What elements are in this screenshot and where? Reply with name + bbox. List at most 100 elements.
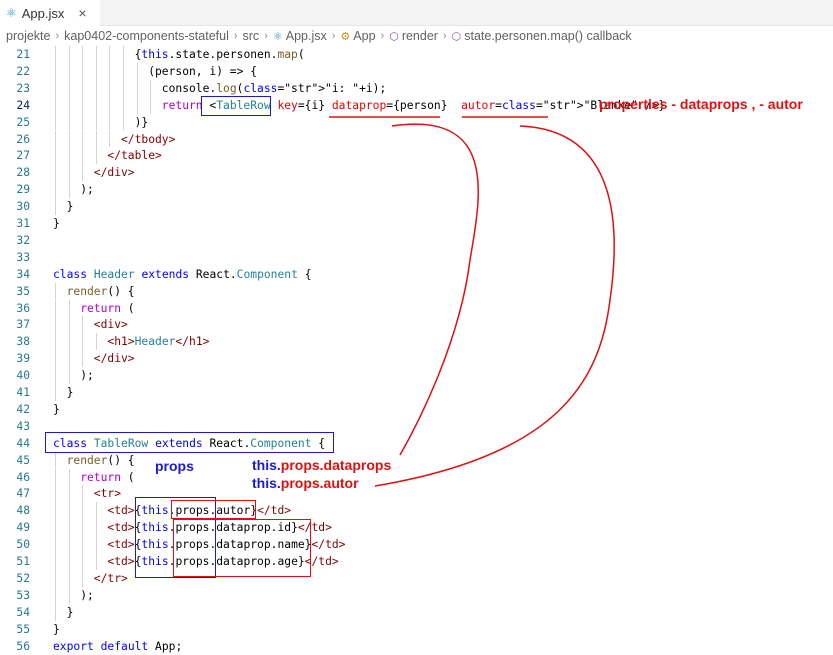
code-line-27[interactable]: 27 </table> — [0, 147, 833, 165]
indent-guide — [82, 147, 84, 165]
code-text: <h1>Header</h1> — [107, 335, 210, 349]
indent-guide — [82, 316, 84, 334]
highlight-box-autor — [171, 500, 256, 519]
indent-guide — [123, 62, 124, 80]
code-text: ); — [80, 369, 94, 383]
code-line-56[interactable]: 56 export default App; — [0, 638, 833, 655]
code-line-30[interactable]: 30} — [0, 198, 833, 215]
code-line-49[interactable]: 49 <td>{this.props.dataprop.id}</td> — [0, 519, 833, 537]
indent-guide — [55, 130, 56, 148]
code-text: </tr> — [93, 571, 128, 585]
indent-guide — [82, 553, 84, 570]
code-text: render() { — [66, 453, 135, 467]
code-line-37[interactable]: 37 <div> — [0, 316, 833, 334]
indent-guide — [136, 62, 138, 80]
indent-guide — [150, 79, 152, 97]
code-line-38[interactable]: 38 <h1>Header</h1> — [0, 333, 833, 351]
indent-guide — [55, 46, 56, 63]
breadcrumb-item-projekte[interactable]: projekte — [6, 29, 50, 43]
annotation-this-prefix: this. — [252, 457, 281, 473]
line-number: 47 — [16, 487, 30, 501]
chevron-right-icon: › — [442, 30, 447, 42]
indent-guide — [68, 62, 70, 80]
indent-guide — [109, 130, 111, 148]
breadcrumb: projekte › kap0402-components-stateful ›… — [0, 27, 833, 45]
code-line-54[interactable]: 54} — [0, 603, 833, 621]
indent-guide — [82, 333, 84, 351]
indent-guide — [55, 113, 56, 131]
indent-guide — [55, 519, 56, 537]
code-line-31[interactable]: 31} — [0, 215, 833, 232]
indent-guide — [55, 147, 56, 165]
line-number: 30 — [16, 200, 30, 214]
code-line-32[interactable]: 32 — [0, 232, 833, 249]
indent-guide — [55, 62, 56, 80]
code-line-48[interactable]: 48 <td>{this.props.autor}</td> — [0, 502, 833, 520]
indent-guide — [82, 502, 84, 520]
code-text: ); — [80, 588, 94, 602]
indent-guide — [82, 113, 84, 131]
code-line-40[interactable]: 40); — [0, 367, 833, 384]
line-number: 50 — [16, 538, 30, 552]
line-number: 41 — [16, 386, 30, 399]
code-text: } — [53, 402, 60, 416]
line-number: 25 — [16, 115, 30, 129]
code-line-21[interactable]: 21 {this.state.personen.map( — [0, 46, 833, 63]
code-line-51[interactable]: 51 <td>{this.props.dataprop.age}</td> — [0, 553, 833, 570]
code-line-47[interactable]: 47 <tr> — [0, 485, 833, 503]
line-number: 52 — [16, 571, 30, 585]
code-line-28[interactable]: 28 </div> — [0, 164, 833, 182]
code-line-34[interactable]: 34 class Header extends React.Component { — [0, 266, 833, 283]
line-number: 36 — [16, 301, 30, 315]
code-line-35[interactable]: 35 render() { — [0, 282, 833, 300]
indent-guide — [109, 96, 111, 114]
method-icon: ⬡ — [451, 30, 462, 43]
chevron-right-icon: › — [331, 30, 336, 42]
line-number: 54 — [16, 605, 30, 619]
line-number: 51 — [16, 555, 30, 568]
line-number: 28 — [16, 166, 30, 180]
code-line-33[interactable]: 33 — [0, 249, 833, 266]
breadcrumb-item-project[interactable]: kap0402-components-stateful — [64, 29, 229, 43]
indent-guide — [95, 502, 97, 520]
code-line-41[interactable]: 41} — [0, 384, 833, 401]
code-line-50[interactable]: 50 <td>{this.props.dataprop.name}</td> — [0, 536, 833, 553]
close-icon[interactable]: × — [78, 5, 86, 21]
line-number: 24 — [16, 98, 30, 112]
line-number: 34 — [16, 267, 30, 281]
code-line-55[interactable]: 55} — [0, 621, 833, 638]
indent-guide — [68, 46, 70, 63]
line-number: 37 — [16, 318, 30, 332]
code-line-46[interactable]: 46 return ( — [0, 468, 833, 486]
breadcrumb-item-callback[interactable]: ⬡ state.personen.map() callback — [452, 29, 632, 43]
code-line-26[interactable]: 26 </tbody> — [0, 130, 833, 148]
indent-guide — [82, 96, 84, 114]
code-line-53[interactable]: 53); — [0, 586, 833, 604]
code-line-45[interactable]: 45 render() { — [0, 451, 833, 469]
indent-guide — [95, 130, 97, 148]
code-line-42[interactable]: 42} — [0, 401, 833, 418]
indent-guide — [68, 130, 70, 148]
code-line-52[interactable]: 52 </tr> — [0, 569, 833, 587]
code-line-22[interactable]: 22 (person, i) => { — [0, 62, 833, 80]
indent-guide — [95, 79, 97, 97]
code-line-29[interactable]: 29); — [0, 181, 833, 199]
code-line-39[interactable]: 39 </div> — [0, 350, 833, 368]
indent-guide — [68, 519, 70, 537]
indent-guide — [68, 79, 70, 97]
indent-guide — [68, 164, 70, 182]
breadcrumb-item-class[interactable]: ⚙ App — [340, 29, 375, 43]
breadcrumb-item-src[interactable]: src — [243, 29, 260, 43]
breadcrumb-item-method[interactable]: ⬡ render — [389, 29, 438, 43]
breadcrumb-item-file[interactable]: ⚛ App.jsx — [273, 29, 327, 43]
code-line-25[interactable]: 25)} — [0, 113, 833, 131]
indent-guide — [95, 553, 97, 570]
indent-guide — [95, 519, 97, 537]
code-line-36[interactable]: 36 return ( — [0, 299, 833, 317]
indent-guide — [123, 113, 124, 131]
code-text: console.log(class="str">"i: "+i); — [161, 81, 387, 95]
code-line-23[interactable]: 23 console.log(class="str">"i: "+i); — [0, 79, 833, 97]
tab-app-jsx[interactable]: ⚛ App.jsx × — [0, 0, 100, 26]
chevron-right-icon: › — [233, 30, 238, 42]
indent-guide — [55, 586, 56, 604]
